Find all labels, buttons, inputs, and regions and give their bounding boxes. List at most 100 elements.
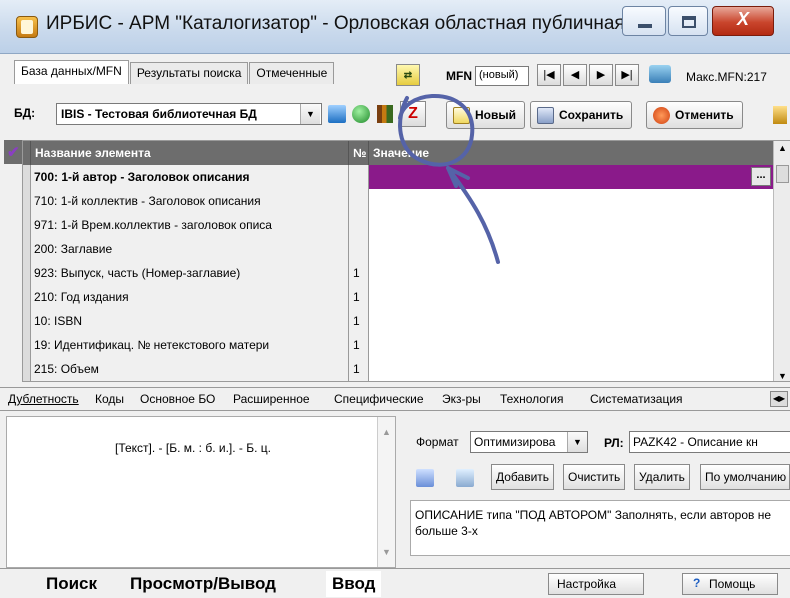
preview-scrollbar[interactable]: ▲ ▼ — [377, 417, 395, 567]
tab-copies[interactable]: Экз-ры — [442, 392, 481, 406]
rl-select[interactable]: PAZK42 - Описание кн — [629, 431, 790, 453]
grid-row[interactable]: 923: Выпуск, часть (Номер-заглавие) 1 — [23, 261, 790, 285]
grid-row[interactable]: 700: 1-й автор - Заголовок описания ... — [23, 165, 790, 189]
grid-row[interactable]: 215: Объем 1 — [23, 357, 790, 381]
field-occurrence: 1 — [349, 333, 369, 357]
minimize-button[interactable] — [622, 6, 666, 36]
tab-marked[interactable]: Отмеченные — [249, 62, 335, 84]
new-document-icon — [453, 107, 470, 124]
grid-header-value[interactable]: Значение — [369, 141, 790, 165]
tab-specific[interactable]: Специфические — [334, 392, 424, 406]
row-gutter — [23, 189, 31, 213]
grid-row[interactable]: 710: 1-й коллектив - Заголовок описания — [23, 189, 790, 213]
format-dropdown-arrow-icon[interactable]: ▼ — [567, 432, 587, 452]
tab-search-results[interactable]: Результаты поиска — [129, 62, 249, 84]
db-dropdown-arrow-icon[interactable]: ▼ — [300, 104, 320, 124]
field-value-input[interactable] — [369, 285, 790, 309]
help-button[interactable]: ? Помощь — [682, 573, 778, 595]
title-bar[interactable]: ИРБИС - АРМ "Каталогизатор" - Орловская … — [0, 0, 790, 54]
help-button-label: Помощь — [709, 577, 756, 591]
last-record-button[interactable]: ▶| — [615, 64, 639, 86]
field-value-input[interactable] — [369, 309, 790, 333]
prev-record-button[interactable]: ◀ — [563, 64, 587, 86]
record-toggle-icon: ⇄ — [403, 70, 413, 81]
window-title: ИРБИС - АРМ "Каталогизатор" - Орловская … — [46, 13, 646, 34]
clear-button[interactable]: Очистить — [563, 464, 626, 490]
cancel-button-label: Отменить — [675, 108, 734, 122]
rl-copy-icon — [456, 469, 474, 487]
field-value-input[interactable] — [369, 213, 790, 237]
maximize-icon — [682, 16, 696, 28]
tab-technology[interactable]: Технология — [500, 392, 564, 406]
row-gutter — [23, 213, 31, 237]
save-button[interactable]: Сохранить — [530, 101, 633, 129]
export-button[interactable] — [326, 102, 348, 126]
row-gutter — [23, 165, 31, 189]
database-connect-button[interactable] — [645, 62, 675, 88]
delete-button[interactable]: Удалить — [634, 464, 690, 490]
field-value-input[interactable] — [369, 261, 790, 285]
db-select[interactable]: IBIS - Тестовая библиотечная БД — [56, 103, 322, 125]
tab-systematization[interactable]: Систематизация — [590, 392, 683, 406]
field-occurrence: 1 — [349, 309, 369, 333]
tab-doublet[interactable]: Дублетность — [8, 392, 79, 406]
cancel-button[interactable]: Отменить — [646, 101, 743, 129]
mode-tab-input[interactable]: Ввод — [326, 571, 382, 597]
add-button[interactable]: Добавить — [491, 464, 555, 490]
default-button[interactable]: По умолчанию — [700, 464, 790, 490]
export-icon — [328, 105, 346, 123]
scroll-down-icon[interactable]: ▼ — [778, 371, 787, 381]
rl-copy-button[interactable] — [452, 464, 482, 490]
field-value-input[interactable]: ... — [369, 165, 790, 189]
record-toggle-button[interactable]: ⇄ — [396, 64, 420, 86]
mfn-label: MFN — [446, 69, 472, 83]
grid-row[interactable]: 19: Идентификац. № нетекстового матери 1 — [23, 333, 790, 357]
grid-row[interactable]: 971: 1-й Врем.коллектив - заголовок опис… — [23, 213, 790, 237]
field-value-input[interactable] — [369, 333, 790, 357]
field-name: 10: ISBN — [31, 309, 349, 333]
settings-button[interactable]: Настройка — [548, 573, 644, 595]
fields-grid: Название элемента № Значение 700: 1-й ав… — [22, 140, 790, 382]
database-connect-icon — [649, 65, 671, 83]
grid-row[interactable]: 10: ISBN 1 — [23, 309, 790, 333]
tab-codes[interactable]: Коды — [95, 392, 124, 406]
scroll-thumb[interactable] — [776, 165, 789, 183]
new-button[interactable]: Новый — [446, 101, 525, 129]
field-occurrence — [349, 165, 369, 189]
grid-row[interactable]: 210: Год издания 1 — [23, 285, 790, 309]
grid-header-name[interactable]: Название элемента — [31, 141, 349, 165]
close-icon: X — [736, 9, 749, 29]
rl-open-button[interactable] — [412, 464, 442, 490]
books-button[interactable] — [374, 102, 396, 126]
ellipsis-button[interactable]: ... — [751, 167, 771, 186]
field-name: 19: Идентификац. № нетекстового матери — [31, 333, 349, 357]
next-record-button[interactable]: ▶ — [589, 64, 613, 86]
exit-button[interactable] — [768, 102, 790, 128]
check-icon: ✔ — [7, 144, 20, 161]
grid-scrollbar[interactable]: ▲ ▼ — [773, 141, 790, 381]
z3950-button[interactable]: Z — [400, 101, 426, 127]
field-name: 710: 1-й коллектив - Заголовок описания — [31, 189, 349, 213]
scroll-up-icon[interactable]: ▲ — [778, 143, 787, 153]
field-value-input[interactable] — [369, 237, 790, 261]
mode-tab-search[interactable]: Поиск — [46, 571, 97, 597]
grid-header-num[interactable]: № — [349, 141, 369, 165]
close-button[interactable]: X — [712, 6, 774, 36]
mfn-input[interactable]: (новый) — [475, 66, 529, 86]
maximize-button[interactable] — [668, 6, 708, 36]
tab-database-mfn[interactable]: База данных/MFN — [14, 60, 129, 84]
tab-extended[interactable]: Расширенное — [233, 392, 310, 406]
scroll-down-icon[interactable]: ▼ — [382, 547, 391, 557]
grid-row[interactable]: 200: Заглавие — [23, 237, 790, 261]
category-tabs: Дублетность Коды Основное БО Расширенное… — [0, 387, 790, 411]
globe-button[interactable] — [350, 102, 372, 126]
scroll-up-icon[interactable]: ▲ — [382, 427, 391, 437]
tab-main-bo[interactable]: Основное БО — [140, 392, 215, 406]
row-gutter — [23, 309, 31, 333]
first-record-button[interactable]: |◀ — [537, 64, 561, 86]
field-name: 700: 1-й автор - Заголовок описания — [31, 165, 349, 189]
tab-scroll-icon[interactable]: ◀▶ — [770, 391, 788, 407]
field-value-input[interactable] — [369, 189, 790, 213]
mode-tab-view-output[interactable]: Просмотр/Вывод — [130, 571, 276, 597]
field-value-input[interactable] — [369, 357, 790, 381]
